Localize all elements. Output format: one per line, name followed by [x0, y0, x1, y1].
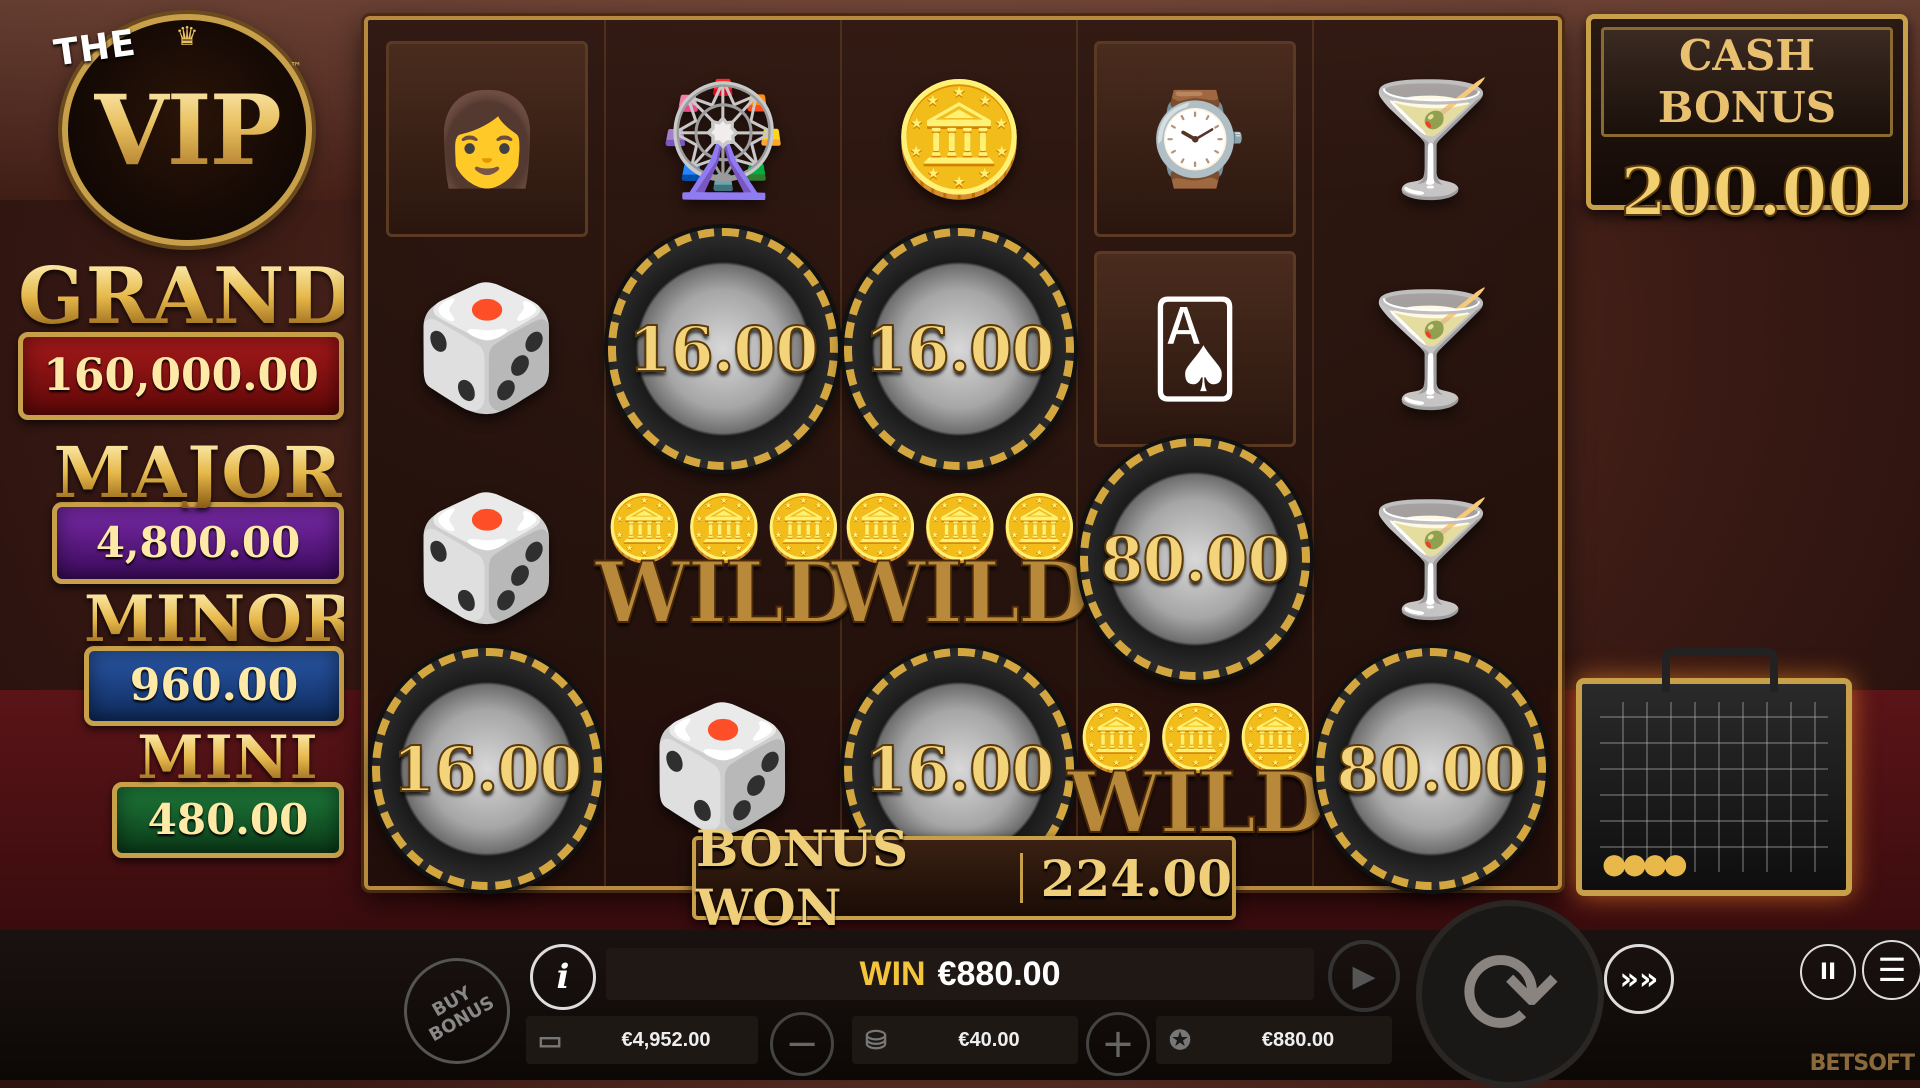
wild-symbol: 🪙🪙🪙 WILD	[594, 454, 856, 684]
jackpot-mini-value: 480.00	[112, 782, 344, 858]
reel-cell: 16.00	[844, 228, 1074, 470]
win-display: WIN €880.00	[606, 948, 1314, 1000]
chip-value: 16.00	[391, 732, 583, 807]
cash-bonus-value: 200.00	[1620, 152, 1875, 232]
brand-logo: BETSOFT	[1809, 1051, 1915, 1076]
reel-cell: 80.00	[1316, 648, 1546, 890]
reel-cell: 16.00	[372, 648, 602, 890]
balance-value: €4,952.00	[621, 1028, 711, 1051]
chip-value: 80.00	[1099, 522, 1291, 597]
reel-cell: 🎲	[372, 244, 602, 454]
jackpot-minor-label: MINOR	[84, 582, 358, 657]
total-win-value: €880.00	[1261, 1028, 1335, 1051]
cash-chip: 16.00	[608, 228, 838, 470]
logo-vip-text: VIP	[94, 73, 282, 187]
collected-coins-icon: ●●●●	[1602, 847, 1688, 880]
jackpot-mini-label: MINI	[112, 728, 344, 788]
dice-symbol: 🎲	[412, 279, 562, 418]
divider	[1020, 853, 1023, 903]
bonus-won-value: 224.00	[1040, 848, 1232, 908]
trademark: ™	[290, 60, 302, 74]
game-logo: ♛ THE VIP ™	[52, 14, 312, 246]
coins-icon: ⛁	[865, 1024, 887, 1055]
reel-cell: 🍸	[1316, 454, 1546, 664]
chip-value: 16.00	[863, 732, 1055, 807]
bet-increase-button[interactable]: +	[1086, 1012, 1150, 1076]
award-icon: ✪	[1169, 1024, 1191, 1055]
reel-cell: 🪙	[844, 34, 1074, 244]
jackpot-grand: GRAND 160,000.00	[18, 251, 354, 420]
jackpot-major-label: MAJOR	[53, 431, 343, 514]
briefcase-handle	[1662, 648, 1778, 692]
win-value: €880.00	[937, 954, 1061, 993]
reel-divider	[840, 20, 842, 886]
martini-symbol: 🍸	[1362, 74, 1500, 203]
win-label: WIN	[859, 954, 926, 993]
crown-icon: ♛	[175, 22, 199, 52]
reel-cell: 👩	[372, 34, 602, 244]
wild-label: WILD	[830, 542, 1092, 643]
jackpot-minor: MINOR 960.00	[84, 582, 358, 726]
spin-button[interactable]: ⟳	[1416, 900, 1604, 1088]
jackpot-grand-label: GRAND	[18, 251, 354, 342]
bet-decrease-button[interactable]: −	[770, 1012, 834, 1076]
cash-bonus-label: CASH BONUS	[1601, 27, 1893, 137]
martini-symbol: 🍸	[1362, 284, 1500, 413]
reel-cell: 🍸	[1316, 244, 1546, 454]
menu-button[interactable]: ☰	[1862, 940, 1920, 1000]
reel-grid: 👩 🎡 🪙 ⌚ 🍸 🎲 16.00 16.00 🂡 🍸 🎲 🪙🪙🪙 WILD 🪙…	[364, 16, 1562, 890]
wallet-icon: ▭	[537, 1024, 563, 1055]
total-win-display: ✪ €880.00	[1156, 1016, 1392, 1064]
reel-cell: 🍸	[1316, 34, 1546, 244]
reel-cell: 🎲	[372, 454, 602, 664]
dice-symbol: 🎲	[648, 699, 798, 838]
watch-symbol: ⌚	[1094, 41, 1296, 237]
roulette-symbol: 🎡	[654, 74, 792, 203]
reel-cell: 16.00	[608, 228, 838, 470]
lady-symbol: 👩	[386, 41, 588, 237]
jackpot-grand-value: 160,000.00	[18, 332, 344, 420]
reel-divider	[604, 20, 606, 886]
bonus-won-banner: BONUS WON 224.00	[692, 819, 1236, 937]
cash-chip: 80.00	[1316, 648, 1546, 890]
balance-display: ▭ €4,952.00	[526, 1016, 758, 1064]
chips-stack-symbol: 🪙	[890, 74, 1028, 203]
cash-bonus-panel: CASH BONUS 200.00	[1586, 14, 1908, 232]
bet-display: ⛁ €40.00	[852, 1016, 1078, 1064]
autoplay-button[interactable]: ▶	[1328, 940, 1400, 1012]
info-button[interactable]: i	[530, 944, 596, 1010]
reel-cell: 🂡	[1080, 244, 1310, 454]
chip-value: 80.00	[1335, 732, 1527, 807]
turbo-button[interactable]: »»	[1604, 944, 1674, 1014]
chip-value: 16.00	[627, 312, 819, 387]
reel-cell: 🎡	[608, 34, 838, 244]
dice-symbol: 🎲	[412, 489, 562, 628]
cash-chip: 16.00	[372, 648, 602, 890]
reel-cell: 80.00	[1080, 438, 1310, 680]
cash-chip: 16.00	[844, 228, 1074, 470]
chip-value: 16.00	[863, 312, 1055, 387]
playing-cards-symbol: 🂡	[1094, 251, 1296, 447]
martini-symbol: 🍸	[1362, 494, 1500, 623]
pause-button[interactable]: II	[1800, 944, 1856, 1000]
jackpot-major: MAJOR 4,800.00	[52, 438, 344, 584]
bet-value: €40.00	[958, 1028, 1020, 1051]
jackpot-minor-value: 960.00	[84, 646, 344, 726]
jackpot-mini: MINI 480.00	[112, 728, 344, 858]
wild-label: WILD	[594, 542, 856, 643]
reel-cell: ⌚	[1080, 34, 1310, 244]
jackpot-major-value: 4,800.00	[52, 502, 344, 584]
bonus-won-label: BONUS WON	[696, 819, 909, 937]
briefcase-collector: ●●●●	[1576, 648, 1852, 896]
cash-chip: 80.00	[1080, 438, 1310, 680]
